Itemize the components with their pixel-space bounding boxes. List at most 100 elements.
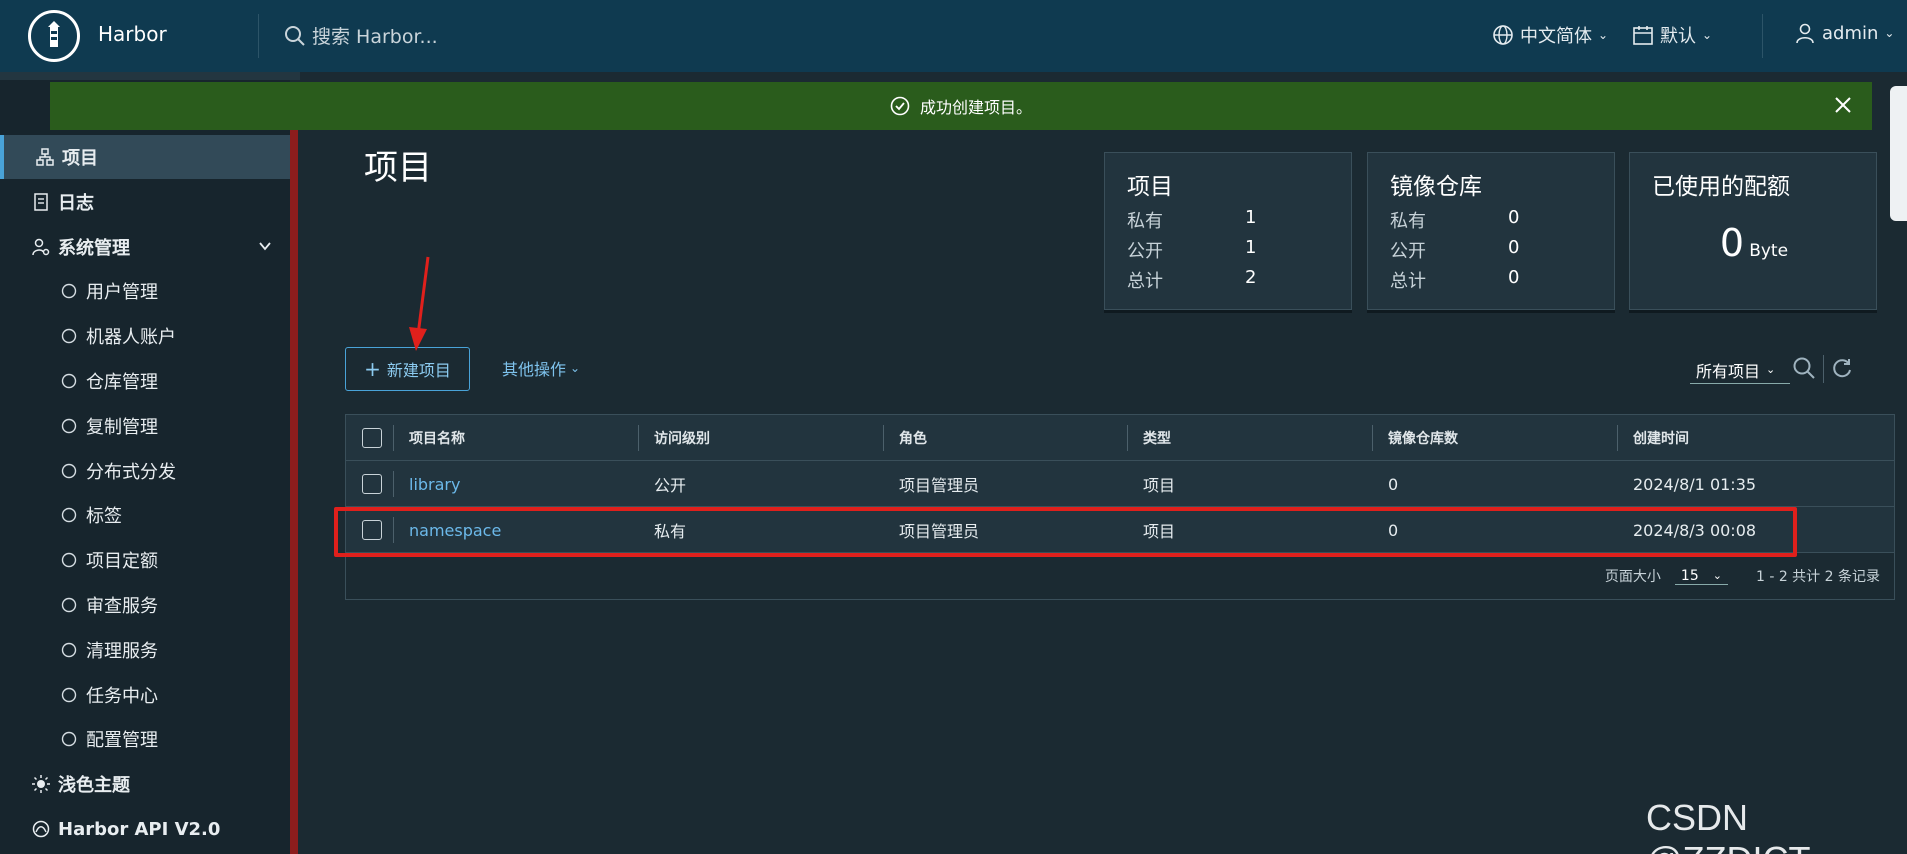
card-row-label: 私有	[1390, 211, 1426, 232]
column-header-repo-count[interactable]: 镜像仓库数	[1388, 415, 1458, 461]
language-selector[interactable]: 中文简体 ⌄	[1492, 22, 1608, 48]
new-project-label: 新建项目	[386, 361, 451, 380]
chevron-down-icon: ⌄	[570, 361, 581, 375]
quota-value: 0 Byte	[1630, 221, 1878, 265]
card-row-value: 0	[1508, 237, 1520, 258]
chevron-down-icon[interactable]	[258, 237, 272, 258]
sidebar-item[interactable]: 系统管理	[0, 225, 290, 269]
sidebar-item[interactable]: 日志	[0, 180, 290, 224]
brand-name[interactable]: Harbor	[98, 22, 167, 46]
sidebar-item[interactable]: 机器人账户	[0, 314, 290, 358]
sidebar-item[interactable]: 项目	[0, 135, 290, 179]
sidebar-item[interactable]: Harbor API V2.0	[0, 807, 290, 851]
shield-icon	[58, 594, 80, 616]
page-size-label: 页面大小	[1604, 569, 1661, 585]
dashboard-icon	[58, 684, 80, 706]
search-input[interactable]: 搜索 Harbor...	[284, 22, 438, 49]
column-header-role[interactable]: 角色	[899, 415, 927, 461]
side-feedback-tab[interactable]	[1890, 86, 1907, 221]
robot-icon	[58, 325, 80, 347]
table-header-row: 项目名称 访问级别 角色 类型 镜像仓库数 创建时间	[346, 415, 1894, 461]
project-filter-select[interactable]: 所有项目 ⌄	[1690, 356, 1790, 384]
harbor-logo-icon[interactable]	[28, 10, 80, 62]
sidebar-item[interactable]: 任务中心	[0, 673, 290, 717]
watermark: CSDN @ZZDICT	[1646, 797, 1811, 854]
card-row-label: 总计	[1390, 271, 1426, 292]
sidebar-item[interactable]: 审查服务	[0, 583, 290, 627]
column-header-access[interactable]: 访问级别	[654, 415, 710, 461]
sidebar-item[interactable]: 浅色主题	[0, 762, 290, 806]
project-name-link[interactable]: library	[409, 461, 460, 507]
card-row-value: 0	[1508, 267, 1520, 288]
trash-icon	[58, 639, 80, 661]
column-separator[interactable]	[1372, 425, 1373, 451]
sidebar-item[interactable]: 配置管理	[0, 717, 290, 761]
card-row-label: 总计	[1127, 271, 1163, 292]
sidebar-divider[interactable]	[290, 128, 298, 854]
page-title: 项目	[364, 148, 432, 188]
search-icon[interactable]	[1792, 356, 1816, 380]
role: 项目管理员	[899, 476, 980, 495]
card-row-label: 公开	[1127, 241, 1163, 262]
highlight-box-annotation	[334, 507, 1797, 557]
quota-number: 0	[1719, 221, 1745, 265]
sidebar-item-label: 任务中心	[86, 685, 158, 707]
sidebar-item-label: 配置管理	[86, 730, 158, 752]
card-row-value: 1	[1245, 207, 1257, 228]
sidebar-item-label: 复制管理	[86, 416, 158, 438]
column-header-created[interactable]: 创建时间	[1633, 415, 1689, 461]
chevron-down-icon: ⌄	[1884, 26, 1895, 40]
projects-icon	[34, 146, 56, 168]
chevron-down-icon: ⌄	[1766, 363, 1776, 376]
column-separator[interactable]	[1127, 425, 1128, 451]
success-toast: 成功创建项目。	[50, 82, 1872, 130]
table-footer: 页面大小 15 ⌄ 1 - 2 共计 2 条记录	[346, 553, 1894, 599]
sidebar-item[interactable]: 标签	[0, 493, 290, 537]
sidebar-item[interactable]: 清理服务	[0, 628, 290, 672]
sidebar-item-label: 日志	[58, 192, 94, 214]
column-separator[interactable]	[638, 425, 639, 451]
user-menu[interactable]: admin ⌄	[1794, 22, 1894, 44]
sidebar-item[interactable]: 复制管理	[0, 404, 290, 448]
admin-icon	[30, 236, 52, 258]
search-icon	[285, 25, 305, 46]
share-icon	[58, 460, 80, 482]
column-header-name[interactable]: 项目名称	[409, 415, 465, 461]
quota-summary-card: 已使用的配额 0 Byte	[1629, 152, 1877, 310]
card-row-value: 1	[1245, 237, 1257, 258]
replication-icon	[58, 415, 80, 437]
logs-icon	[30, 191, 52, 213]
sun-icon	[30, 773, 52, 795]
other-actions-dropdown[interactable]: 其他操作 ⌄	[502, 356, 580, 380]
top-header: Harbor 搜索 Harbor... 中文简体 ⌄ 默认 ⌄ admin ⌄	[0, 0, 1907, 72]
card-title: 镜像仓库	[1390, 174, 1482, 200]
refresh-icon[interactable]	[1830, 356, 1854, 380]
column-separator[interactable]	[883, 425, 884, 451]
sidebar-top-strip	[0, 72, 300, 80]
column-separator[interactable]	[1617, 425, 1618, 451]
sidebar-item[interactable]: 用户管理	[0, 269, 290, 313]
repos-summary-card: 镜像仓库 私有 0 公开 0 总计 0	[1367, 152, 1615, 310]
page-size-select[interactable]: 15 ⌄	[1674, 568, 1728, 585]
red-arrow-annotation	[409, 256, 430, 351]
row-checkbox[interactable]	[362, 474, 382, 494]
theme-selector[interactable]: 默认 ⌄	[1632, 22, 1712, 48]
card-title: 已使用的配额	[1652, 174, 1790, 200]
sidebar-item[interactable]: 分布式分发	[0, 449, 290, 493]
users-icon	[58, 280, 80, 302]
pagination-summary: 1 - 2 共计 2 条记录	[1755, 569, 1880, 585]
select-all-checkbox[interactable]	[362, 428, 382, 448]
tag-icon	[58, 504, 80, 526]
column-separator	[393, 471, 394, 497]
sidebar-item[interactable]: 仓库管理	[0, 359, 290, 403]
close-icon[interactable]	[1832, 94, 1854, 116]
sidebar-item[interactable]: 项目定额	[0, 538, 290, 582]
toast-message: 成功创建项目。	[919, 98, 1032, 117]
chevron-down-icon: ⌄	[1712, 569, 1722, 582]
gear-icon	[58, 728, 80, 750]
type: 项目	[1143, 476, 1176, 495]
sidebar-item-label: 仓库管理	[86, 372, 158, 393]
sidebar-item-label: 项目	[62, 148, 98, 169]
column-header-type[interactable]: 类型	[1143, 415, 1171, 461]
column-separator	[393, 425, 394, 451]
